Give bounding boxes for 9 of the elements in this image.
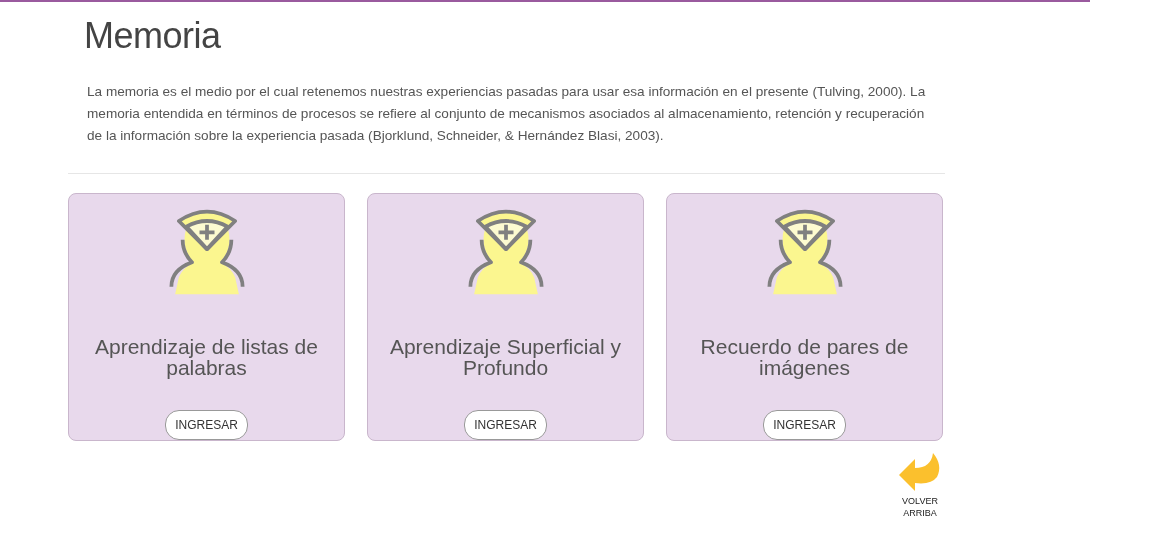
card-title: Aprendizaje de listas de palabras	[94, 336, 319, 379]
card-title: Aprendizaje Superficial y Profundo	[388, 336, 623, 379]
enter-button[interactable]: INGRESAR	[763, 410, 846, 441]
intro-paragraph: La memoria es el medio por el cual retenemos nuestras experiencias pasadas para usar esa información en el presente (Tulving, 2000). La memoria entendida en términos de procesos se refiere al conjunto de mecanismos asociados al almacenamiento, retención y recuperación de la información sobre la experiencia pasada (Bjorklund, Schneider, & Hernández Blasi, 2003).	[87, 83, 927, 146]
enter-button[interactable]: INGRESAR	[165, 410, 248, 441]
back-to-top-link[interactable]: VOLVER ARRIBA	[900, 495, 940, 520]
card-title: Recuerdo de pares de imágenes	[699, 336, 910, 379]
page-title: Memoria	[84, 14, 222, 58]
enter-button[interactable]: INGRESAR	[464, 410, 547, 441]
